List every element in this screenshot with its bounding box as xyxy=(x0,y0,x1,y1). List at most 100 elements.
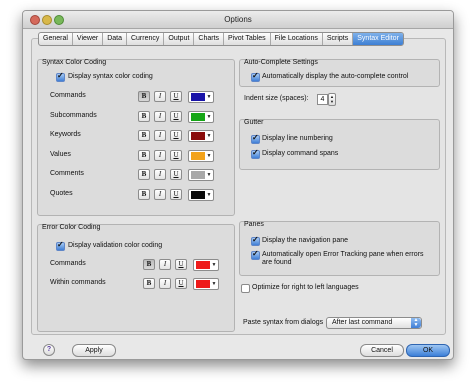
display-syntax-color-checkbox[interactable] xyxy=(56,71,65,82)
underline-toggle-button[interactable]: U xyxy=(170,188,182,200)
paste-syntax-label: Paste syntax from dialogs xyxy=(243,319,324,326)
italic-toggle-button[interactable]: I xyxy=(154,130,166,141)
underline-toggle-button[interactable]: U xyxy=(170,169,182,180)
bold-toggle-button[interactable]: B xyxy=(138,130,150,141)
color-swatch xyxy=(191,151,205,160)
ok-button[interactable]: OK xyxy=(406,344,450,357)
chevron-down-icon: ▼ xyxy=(206,172,212,178)
paste-syntax-select[interactable]: After last command ▲ ▼ xyxy=(326,317,422,329)
chevron-down-icon: ▼ xyxy=(206,94,212,100)
syntax-row-label: Values xyxy=(50,150,71,158)
line-numbering-checkbox[interactable] xyxy=(251,133,260,144)
gutter-title: Gutter xyxy=(244,119,264,126)
syntax-color-group: Syntax Color Coding Display syntax color… xyxy=(37,59,235,216)
apply-button[interactable]: Apply xyxy=(72,344,116,357)
chevron-down-icon: ▼ xyxy=(211,281,217,287)
autocomplete-label: Automatically display the auto-complete … xyxy=(262,73,409,80)
bold-toggle-button[interactable]: B xyxy=(138,91,150,102)
tab-scripts[interactable]: Scripts xyxy=(323,33,354,45)
color-picker[interactable]: ▼ xyxy=(188,91,214,103)
syntax-editor-panel: Syntax Color Coding Display syntax color… xyxy=(31,38,446,335)
color-picker[interactable]: ▼ xyxy=(188,188,214,201)
rtl-label: Optimize for right to left languages xyxy=(252,284,359,291)
color-picker[interactable]: ▼ xyxy=(188,130,214,142)
tab-bar: General Viewer Data Currency Output Charts Piv… xyxy=(38,32,404,46)
navigation-pane-label: Display the navigation pane xyxy=(262,237,349,244)
italic-toggle-button[interactable]: I xyxy=(154,149,166,161)
gutter-group: Gutter Display line numbering Display co… xyxy=(239,119,440,170)
underline-toggle-button[interactable]: U xyxy=(170,91,182,102)
color-picker[interactable]: ▼ xyxy=(193,278,219,290)
tab-viewer[interactable]: Viewer xyxy=(73,33,104,45)
underline-toggle-button[interactable]: U xyxy=(175,278,187,289)
syntax-row-label: Commands xyxy=(50,92,86,99)
indent-size-stepper[interactable]: ▲ ▼ xyxy=(328,93,336,106)
autocomplete-group: Auto-Complete Settings Automatically dis… xyxy=(239,59,440,87)
title-bar: Options xyxy=(23,11,453,29)
tab-output[interactable]: Output xyxy=(164,33,195,45)
color-picker[interactable]: ▼ xyxy=(188,110,214,123)
color-picker[interactable]: ▼ xyxy=(188,149,214,162)
italic-toggle-button[interactable]: I xyxy=(154,110,166,122)
italic-toggle-button[interactable]: I xyxy=(154,169,166,180)
italic-toggle-button[interactable]: I xyxy=(159,278,171,289)
cancel-button[interactable]: Cancel xyxy=(360,344,404,357)
syntax-row-label: Subcommands xyxy=(50,111,97,119)
tab-general[interactable]: General xyxy=(39,33,73,45)
italic-toggle-button[interactable]: I xyxy=(154,91,166,102)
autocomplete-checkbox[interactable] xyxy=(251,71,260,82)
underline-toggle-button[interactable]: U xyxy=(170,149,182,161)
chevron-down-icon: ▼ xyxy=(206,152,212,159)
error-tracking-checkbox[interactable] xyxy=(251,249,260,260)
paste-syntax-value: After last command xyxy=(332,319,393,326)
line-numbering-label: Display line numbering xyxy=(262,135,333,142)
syntax-color-title: Syntax Color Coding xyxy=(42,59,107,66)
italic-toggle-button[interactable]: I xyxy=(159,259,171,270)
rtl-checkbox[interactable] xyxy=(241,284,250,293)
tab-currency[interactable]: Currency xyxy=(127,33,165,45)
autocomplete-title: Auto-Complete Settings xyxy=(244,59,318,66)
underline-toggle-button[interactable]: U xyxy=(170,110,182,122)
panes-group: Panes Display the navigation pane Automa… xyxy=(239,221,440,276)
display-validation-color-checkbox[interactable] xyxy=(56,240,65,251)
italic-toggle-button[interactable]: I xyxy=(154,188,166,200)
error-row-label: Commands xyxy=(50,260,86,267)
chevron-down-icon: ▼ xyxy=(206,191,212,198)
bold-toggle-button[interactable]: B xyxy=(138,169,150,180)
color-swatch xyxy=(191,132,205,140)
error-tracking-label: Automatically open Error Tracking pane w… xyxy=(262,251,424,266)
options-window: Options Syntax Color Coding Display synt… xyxy=(22,10,454,360)
color-picker[interactable]: ▼ xyxy=(188,169,214,181)
window-title: Options xyxy=(224,15,252,24)
chevron-down-icon: ▼ xyxy=(211,262,217,268)
color-swatch xyxy=(191,190,205,199)
error-color-group: Error Color Coding Display validation co… xyxy=(37,224,235,332)
syntax-row-label: Keywords xyxy=(50,131,81,138)
underline-toggle-button[interactable]: U xyxy=(175,259,187,270)
tab-syntax-editor[interactable]: Syntax Editor xyxy=(353,33,403,45)
command-spans-label: Display command spans xyxy=(262,150,339,157)
bold-toggle-button[interactable]: B xyxy=(143,278,155,289)
bold-toggle-button[interactable]: B xyxy=(138,149,150,161)
tab-charts[interactable]: Charts xyxy=(194,33,225,45)
display-validation-color-label: Display validation color coding xyxy=(68,242,163,249)
bold-toggle-button[interactable]: B xyxy=(138,188,150,200)
indent-size-field[interactable]: 4 xyxy=(317,94,328,105)
help-icon[interactable]: ? xyxy=(43,344,55,356)
color-swatch xyxy=(191,93,205,101)
bold-toggle-button[interactable]: B xyxy=(143,259,155,270)
command-spans-checkbox[interactable] xyxy=(251,148,260,159)
chevron-down-icon: ▼ xyxy=(206,113,212,120)
underline-toggle-button[interactable]: U xyxy=(170,130,182,141)
bold-toggle-button[interactable]: B xyxy=(138,110,150,122)
tab-pivot-tables[interactable]: Pivot Tables xyxy=(224,33,271,45)
color-swatch xyxy=(191,171,205,179)
tab-data[interactable]: Data xyxy=(103,33,127,45)
color-picker[interactable]: ▼ xyxy=(193,259,219,271)
color-swatch xyxy=(196,280,210,288)
syntax-row-label: Comments xyxy=(50,170,84,177)
select-arrows-icon: ▲ ▼ xyxy=(411,318,421,328)
navigation-pane-checkbox[interactable] xyxy=(251,235,260,246)
tab-file-locations[interactable]: File Locations xyxy=(271,33,323,45)
panes-title: Panes xyxy=(244,221,264,228)
